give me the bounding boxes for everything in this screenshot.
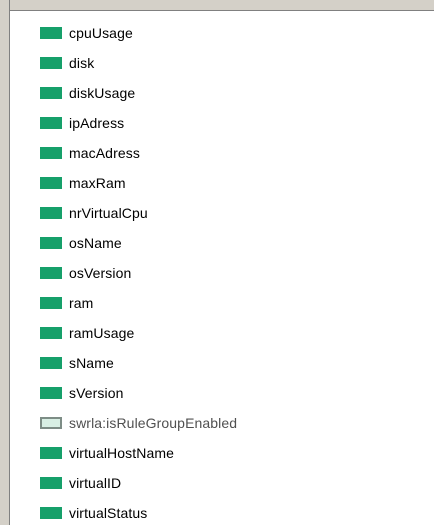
property-item-sversion[interactable]: sVersion <box>40 378 420 408</box>
property-label: maxRam <box>69 175 126 191</box>
property-label: virtualStatus <box>69 505 148 521</box>
green-square-icon <box>40 327 62 339</box>
green-square-icon <box>40 297 62 309</box>
property-item-cpuusage[interactable]: cpuUsage <box>40 18 420 48</box>
green-square-icon <box>40 27 62 39</box>
green-square-icon <box>40 87 62 99</box>
property-item-virtualid[interactable]: virtualID <box>40 468 420 498</box>
property-item-virtualstatus[interactable]: virtualStatus <box>40 498 420 528</box>
property-label: osVersion <box>69 265 132 281</box>
property-item-osversion[interactable]: osVersion <box>40 258 420 288</box>
green-square-icon <box>40 177 62 189</box>
property-label: virtualID <box>69 475 122 491</box>
property-list: cpuUsage disk diskUsage ipAdress macAdre… <box>40 18 420 528</box>
green-square-icon <box>40 147 62 159</box>
property-item-maxram[interactable]: maxRam <box>40 168 420 198</box>
property-list-panel: cpuUsage disk diskUsage ipAdress macAdre… <box>0 0 434 525</box>
property-label: ramUsage <box>69 325 135 341</box>
property-label: swrla:isRuleGroupEnabled <box>69 415 238 431</box>
green-square-icon <box>40 267 62 279</box>
property-item-disk[interactable]: disk <box>40 48 420 78</box>
property-item-ram[interactable]: ram <box>40 288 420 318</box>
green-square-icon <box>40 207 62 219</box>
panel-left-border <box>0 0 10 525</box>
green-square-icon <box>40 237 62 249</box>
green-square-icon <box>40 357 62 369</box>
property-label: disk <box>69 55 95 71</box>
green-square-icon <box>40 477 62 489</box>
property-label: virtualHostName <box>69 445 174 461</box>
property-label: cpuUsage <box>69 25 133 41</box>
green-square-icon <box>40 447 62 459</box>
green-square-icon <box>40 117 62 129</box>
property-item-diskusage[interactable]: diskUsage <box>40 78 420 108</box>
green-square-icon <box>40 387 62 399</box>
property-item-macadress[interactable]: macAdress <box>40 138 420 168</box>
property-label: nrVirtualCpu <box>69 205 148 221</box>
property-item-sname[interactable]: sName <box>40 348 420 378</box>
property-item-osname[interactable]: osName <box>40 228 420 258</box>
outlined-square-icon <box>40 417 62 429</box>
property-item-ipadress[interactable]: ipAdress <box>40 108 420 138</box>
property-item-virtualhostname[interactable]: virtualHostName <box>40 438 420 468</box>
property-label: diskUsage <box>69 85 136 101</box>
property-label: ipAdress <box>69 115 125 131</box>
property-label: osName <box>69 235 122 251</box>
property-item-isrulegroupenabled[interactable]: swrla:isRuleGroupEnabled <box>40 408 420 438</box>
property-label: sVersion <box>69 385 124 401</box>
property-label: ram <box>69 295 94 311</box>
green-square-icon <box>40 507 62 519</box>
property-label: macAdress <box>69 145 140 161</box>
green-square-icon <box>40 57 62 69</box>
property-item-ramusage[interactable]: ramUsage <box>40 318 420 348</box>
property-label: sName <box>69 355 114 371</box>
property-item-nrvirtualcpu[interactable]: nrVirtualCpu <box>40 198 420 228</box>
panel-top-border <box>0 0 434 11</box>
